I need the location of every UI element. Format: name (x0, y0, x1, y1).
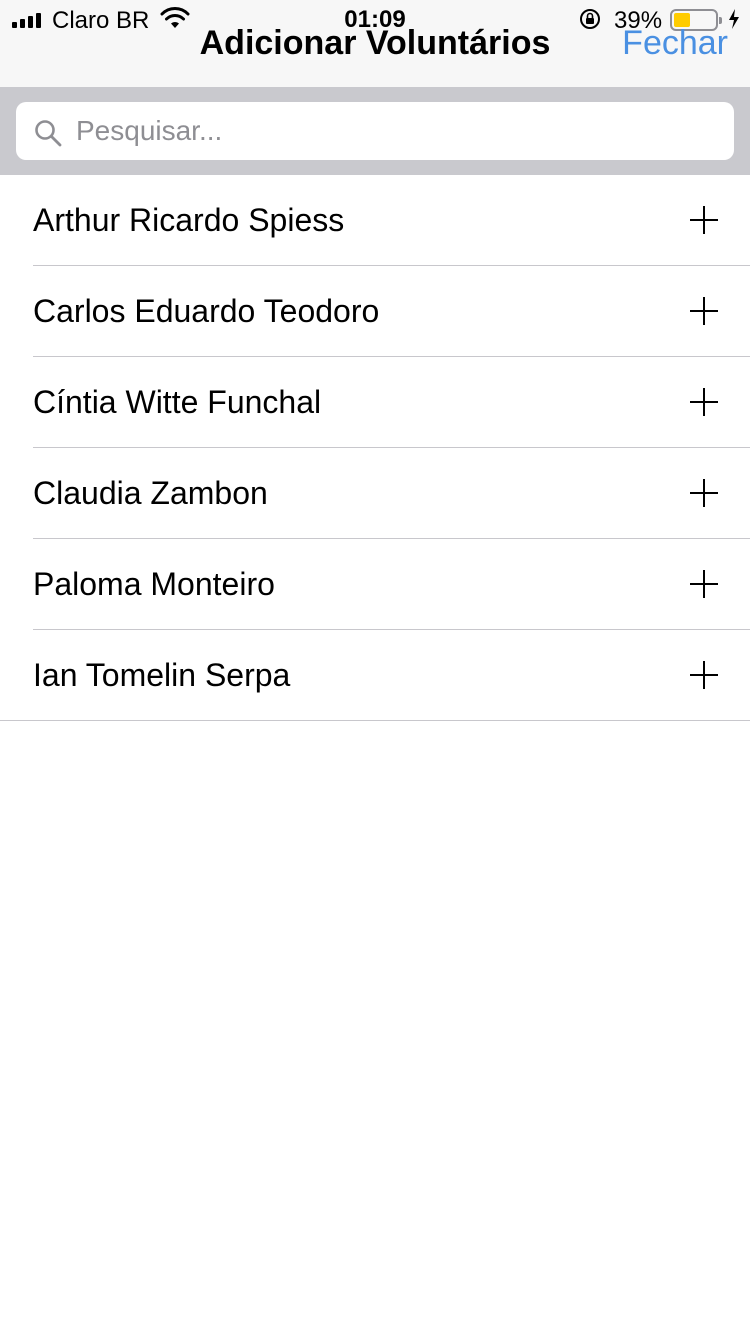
navigation-bar: Claro BR 01:09 39% Adicionar Voluntários… (0, 0, 750, 87)
volunteer-row[interactable]: Ian Tomelin Serpa (0, 630, 750, 721)
volunteer-list: Arthur Ricardo Spiess Carlos Eduardo Teo… (0, 175, 750, 721)
plus-icon[interactable] (690, 479, 718, 507)
plus-icon[interactable] (690, 570, 718, 598)
plus-icon[interactable] (690, 388, 718, 416)
plus-icon[interactable] (690, 297, 718, 325)
plus-icon[interactable] (690, 206, 718, 234)
search-bar (0, 87, 750, 175)
volunteer-name: Claudia Zambon (33, 475, 268, 511)
volunteer-name: Paloma Monteiro (33, 566, 275, 602)
search-box[interactable] (16, 102, 734, 160)
volunteer-name: Cíntia Witte Funchal (33, 384, 322, 420)
volunteer-name: Carlos Eduardo Teodoro (33, 293, 380, 329)
volunteer-name: Ian Tomelin Serpa (33, 657, 291, 693)
volunteer-row[interactable]: Arthur Ricardo Spiess (0, 175, 750, 266)
search-icon (35, 120, 62, 147)
plus-icon[interactable] (690, 661, 718, 689)
volunteer-name: Arthur Ricardo Spiess (33, 202, 345, 238)
search-input[interactable] (76, 102, 716, 160)
volunteer-row[interactable]: Carlos Eduardo Teodoro (0, 266, 750, 357)
volunteer-row[interactable]: Paloma Monteiro (0, 539, 750, 630)
close-button[interactable]: Fechar (622, 24, 728, 63)
volunteer-row[interactable]: Cíntia Witte Funchal (0, 357, 750, 448)
volunteer-row[interactable]: Claudia Zambon (0, 448, 750, 539)
row-divider (0, 720, 750, 721)
